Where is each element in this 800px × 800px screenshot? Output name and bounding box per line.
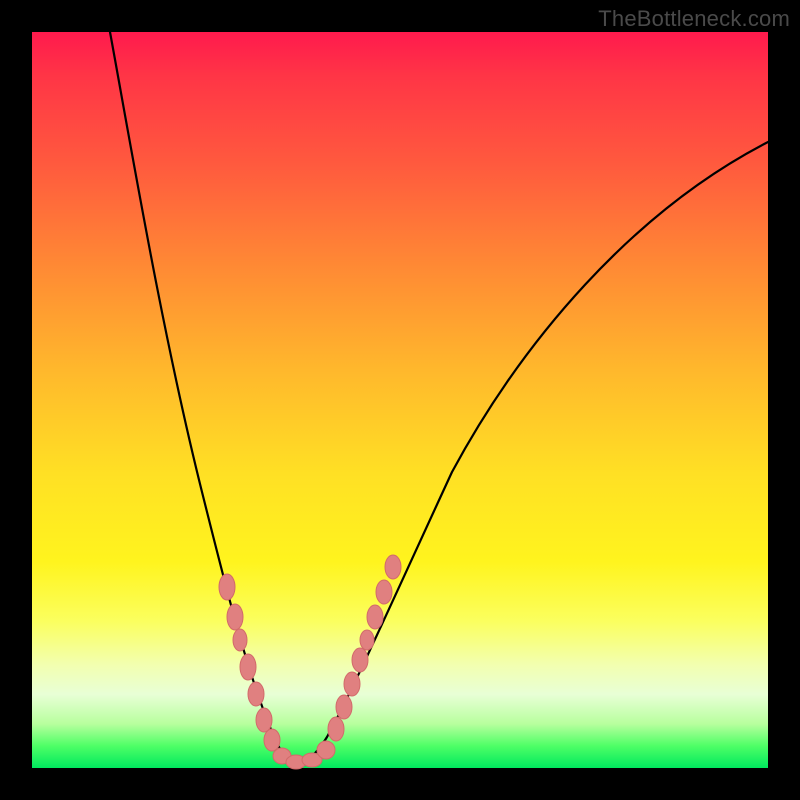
bead-cluster-right	[328, 555, 401, 741]
plot-area	[32, 32, 768, 768]
curve-right-branch	[294, 142, 768, 764]
bead-cluster-left	[219, 574, 280, 751]
curve-layer	[32, 32, 768, 768]
watermark-text: TheBottleneck.com	[598, 6, 790, 32]
bead-cluster-bottom	[273, 741, 335, 769]
chart-frame: TheBottleneck.com	[0, 0, 800, 800]
curve-left-branch	[110, 32, 294, 764]
